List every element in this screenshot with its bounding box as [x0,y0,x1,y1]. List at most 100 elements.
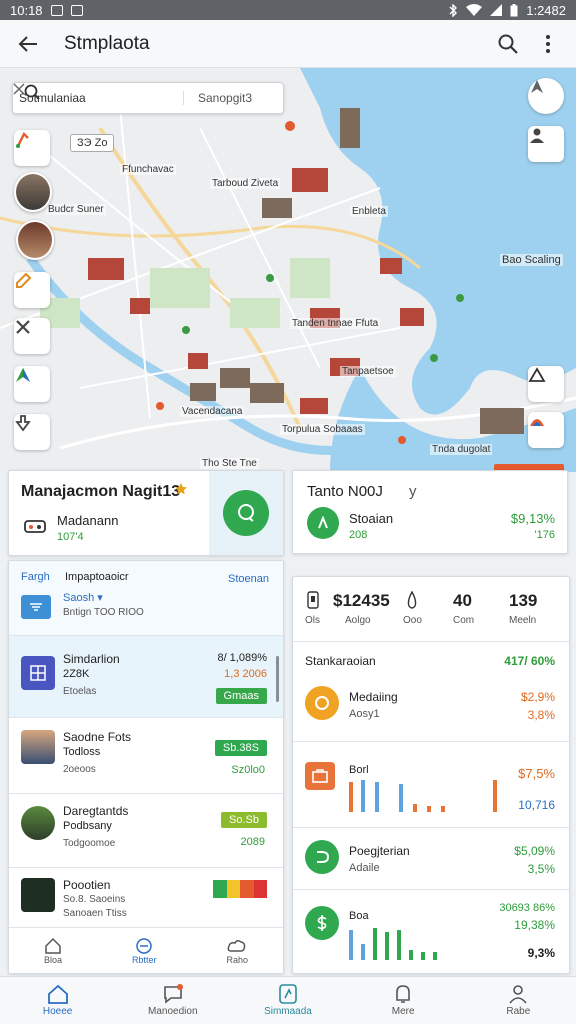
list-item-value2: Sz0lo0 [231,764,265,776]
navigation-card-subtitle: Madanann [57,513,119,528]
thumbnail [21,878,55,912]
tab-label: Simmaada [264,1006,312,1017]
medal-icon [305,686,339,720]
tento-icon-circle [307,507,339,539]
list-item-sub: 2Z8K [63,668,90,680]
map-tool-button[interactable] [14,130,50,166]
list-item[interactable]: Poootien So.8. Saoeins Sanoaen Ttiss [9,867,283,927]
back-arrow-icon [18,35,37,52]
map-tool-button[interactable] [14,318,50,354]
list-header-mid[interactable]: Impaptoaoicr [65,571,129,583]
list-sub-label[interactable]: Saosh ▾ [63,591,103,604]
tento-card-sub: 208 [349,529,368,541]
map-label: Bao Scaling [500,254,563,266]
map-label: Tanpaetsoe [340,366,396,377]
list-item-sub: Todloss [63,746,101,758]
search-icon [498,34,518,54]
search-button[interactable] [494,30,522,58]
tento-card[interactable]: Tanto N00J y Stoaian 208 $9,13% '176 [292,470,568,554]
row-value3: 9,3% [527,946,555,960]
map-tool-button[interactable] [14,414,50,450]
mini-tab-cloud[interactable]: Raho [226,937,248,965]
stat-value: $12435 [333,591,390,610]
map-search-bar[interactable]: Sotmulaniaa Sanopgit3 [12,82,284,114]
more-menu-button[interactable] [534,30,562,58]
row-value2: 19,38% [514,918,555,932]
map-label: Ffunchavac [120,164,176,175]
tento-card-value: $9,13% [510,511,555,526]
battery-icon [510,3,518,16]
map-label: Tarboud Ziveta [210,178,281,189]
tab-messages[interactable]: Manoedion [133,984,213,1017]
clear-icon[interactable] [13,83,25,95]
tab-label: Hoeee [42,1006,73,1017]
tab-label: Mere [391,1006,415,1017]
list-header-right[interactable]: Stoenan [228,573,269,585]
person-icon [509,985,527,1004]
list-header-left[interactable]: Fargh [21,571,50,583]
compass-button[interactable] [528,78,564,114]
navigate-button[interactable] [223,490,269,536]
row-value: 30693 86% [499,902,555,914]
row-value2: 3,5% [527,862,555,876]
stat-label: Ols [305,615,320,626]
tento-card-title: Tanto N00J [307,483,383,500]
map-search-secondary[interactable]: Sanopgit3 [183,91,283,105]
image-icon [70,4,83,16]
mini-tab-label: Rbtter [131,954,157,965]
profile-button[interactable] [528,126,564,162]
list-item-value2: 2089 [240,836,265,848]
stat-label: Meeln [509,615,537,626]
locate-button[interactable] [528,412,564,448]
user-avatar-pin[interactable] [14,172,52,212]
tab-label: Rabe [506,1006,531,1017]
tools-icon [16,320,30,334]
navigation-icon [279,984,297,1004]
list-item[interactable]: Simdarlion 2Z8K Etoelas 8/ 1,089% 1,3 20… [9,635,283,717]
list-item-sub2: Etoelas [63,686,97,697]
home-icon [45,937,61,954]
list-item-title: Simdarlion [63,652,120,666]
mini-tab-home[interactable]: Bloa [44,937,62,965]
stat-label: Com [453,615,475,626]
mini-tab-filter[interactable]: Rbtter [132,937,157,965]
map-view[interactable]: Sotmulaniaa Sanopgit3 ЗЭ Zo Budcr Suner … [0,68,576,472]
chat-icon [238,504,254,522]
row-title: Poegjterian [349,844,410,858]
car-icon [24,520,46,533]
stats-row[interactable]: Borl $7,5% 10,716 [293,741,569,827]
list-item[interactable]: Daregtantds Podbsany Todgoomoe So.Sb 208… [9,793,283,867]
edit-icon [16,272,32,288]
filter-icon[interactable] [21,595,51,619]
navigation-card-title: Manajacmon Nagit13 [21,483,181,500]
row-value2: 10,716 [518,798,555,812]
user-avatar-pin[interactable] [16,220,54,260]
tab-more[interactable]: Mere [363,984,443,1017]
map-tool-button[interactable] [14,366,50,402]
navigation-action-area[interactable] [209,471,283,555]
stat-label: Aolgo [345,615,371,626]
row-value2: 3,8% [527,708,555,722]
navigation-card-value: 107'4 [57,531,84,543]
zoom-chip[interactable]: ЗЭ Zo [70,134,115,152]
row-sub: Adaile [349,862,380,874]
bottom-tab-bar: Hoeee Manoedion Simmaada Mere Rabe [0,976,576,1024]
avatar [21,806,55,840]
layers-button[interactable] [528,366,564,402]
stats-row[interactable]: Poegjterian Adaile $5,09% 3,5% [293,827,569,889]
tab-simmaada[interactable]: Simmaada [248,984,328,1017]
stats-row[interactable]: Stankaraoian 417/ 60% Medaiing Aosy1 $2,… [293,641,569,741]
refresh-icon [305,840,339,874]
bar-sparkline [349,928,437,960]
tab-profile[interactable]: Rabe [478,984,558,1017]
value-pill: Sb.38S [214,740,267,756]
stats-row[interactable]: Boa 30693 86% 19,38% 9,3% [293,889,569,973]
map-label: Vacendacana [180,406,245,417]
back-button[interactable] [14,30,42,58]
map-tool-button[interactable] [14,272,50,308]
list-item[interactable]: Saodne Fots Todloss 2oeoos Sb.38S Sz0lo0 [9,717,283,793]
tab-home[interactable]: Hoeee [18,984,98,1017]
navigation-card[interactable]: Manajacmon Nagit13 Madanann 107'4 [8,470,284,556]
scrollbar-thumb[interactable] [276,656,279,702]
list-item-sub2: 2oeoos [63,764,96,775]
